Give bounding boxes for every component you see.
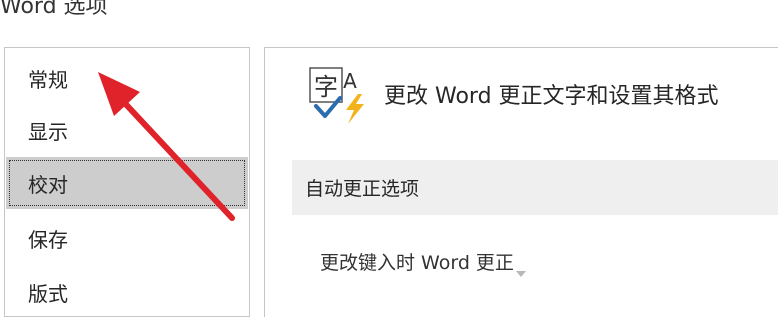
sidebar-item-label: 显示 xyxy=(28,119,68,144)
sidebar-item-proofing[interactable]: 校对 xyxy=(6,157,248,209)
abc-check-icon: 字 A xyxy=(309,67,364,124)
sidebar-item-layout[interactable]: 版式 xyxy=(6,266,248,318)
page-title: 更改 Word 更正文字和设置其格式 xyxy=(384,84,719,109)
sidebar-item-label: 保存 xyxy=(28,227,68,252)
section-title: 自动更正选项 xyxy=(305,178,420,200)
section-autocorrect-options: 自动更正选项 xyxy=(292,160,778,215)
sidebar-item-save[interactable]: 保存 xyxy=(6,212,248,264)
icon-char: 字 xyxy=(314,73,338,101)
subsection-label-text: 更改键入时 Word 更正 xyxy=(320,252,514,274)
window-title: Word 选项 xyxy=(0,0,108,19)
sidebar-item-label: 校对 xyxy=(28,172,68,197)
icon-letter: A xyxy=(343,69,357,93)
subsection-label: 更改键入时 Word 更正 xyxy=(320,248,526,277)
sidebar: 常规 显示 校对 保存 版式 xyxy=(4,47,250,317)
sidebar-item-general[interactable]: 常规 xyxy=(6,52,248,104)
sidebar-item-display[interactable]: 显示 xyxy=(6,104,248,156)
dropdown-hint-icon xyxy=(515,271,526,277)
sidebar-item-label: 版式 xyxy=(28,281,68,306)
sidebar-item-label: 常规 xyxy=(28,67,68,92)
